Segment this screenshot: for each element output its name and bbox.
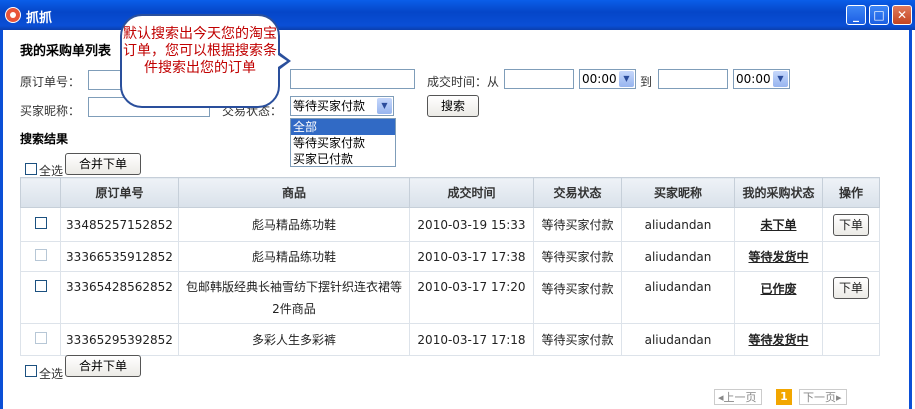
select-all-checkbox-bottom[interactable] [25,365,37,377]
status-option-awaiting-payment[interactable]: 等待买家付款 [291,135,395,151]
action-cell [822,323,880,356]
chevron-down-icon: ▼ [619,71,634,87]
row-select-cell [20,207,61,242]
row-checkbox[interactable] [34,217,47,229]
tooltip-pointer-inner [278,55,287,67]
row-select-cell [20,271,61,324]
trade-status-cell: 等待买家付款 [533,241,622,272]
purchase-status-link[interactable]: 等待发货中 [734,241,823,272]
next-page-button[interactable]: 下一页▸ [799,389,847,405]
close-button[interactable]: ✕ [892,5,912,25]
status-select[interactable]: 等待买家付款 ▼ [290,96,394,116]
row-select-cell [20,241,61,272]
window-title: 抓抓 [26,11,53,26]
product-cell: 多彩人生多彩裤 [178,323,410,356]
buyer-cell: aliudandan [621,207,735,242]
time-to-label: 到 [640,75,653,89]
current-page[interactable]: 1 [776,389,792,405]
order-no-cell: 33365295392852 [60,323,179,356]
trade-status-cell: 等待买家付款 [533,207,622,242]
table-row: 33365428562852 包邮韩版经典长袖雪纺下摆针织连衣裙等2件商品 20… [20,271,880,324]
header-trade-status: 交易状态 [533,177,622,208]
product-cell: 彪马精品练功鞋 [178,241,410,272]
buyer-cell: aliudandan [621,271,735,324]
time-from-select[interactable]: 00:00 ▼ [579,69,636,89]
header-product: 商品 [178,177,410,208]
orders-table: 原订单号 商品 成交时间 交易状态 买家昵称 我的采购状态 操作 3348525… [20,177,880,356]
time-cell: 2010-03-19 15:33 [409,207,534,242]
header-order-no: 原订单号 [60,177,179,208]
row-select-cell [20,323,61,356]
merge-order-button-bottom[interactable]: 合并下单 [65,355,141,377]
table-row: 33365295392852 多彩人生多彩裤 2010-03-17 17:18 … [20,323,880,356]
row-checkbox [34,249,47,261]
trade-status-cell: 等待买家付款 [533,271,622,324]
product-cell: 包邮韩版经典长袖雪纺下摆针织连衣裙等2件商品 [178,271,410,324]
merge-order-button[interactable]: 合并下单 [65,153,141,175]
order-no-cell: 33365428562852 [60,271,179,324]
table-row: 33485257152852 彪马精品练功鞋 2010-03-19 15:33 … [20,207,880,242]
results-heading: 搜索结果 [20,132,69,146]
time-to-select[interactable]: 00:00 ▼ [733,69,790,89]
order-no-cell: 33366535912852 [60,241,179,272]
row-checkbox [34,332,47,344]
search-button[interactable]: 搜索 [427,95,479,117]
minimize-button[interactable]: _ [846,5,866,25]
purchase-status-link[interactable]: 等待发货中 [734,323,823,356]
status-dropdown-list[interactable]: 全部 等待买家付款 买家已付款 [290,118,396,167]
chevron-right-icon: ▸ [836,391,842,404]
place-order-button[interactable]: 下单 [833,277,869,299]
buyer-label: 买家昵称： [20,104,81,118]
header-buyer: 买家昵称 [621,177,735,208]
time-cell: 2010-03-17 17:38 [409,241,534,272]
time-cell: 2010-03-17 17:20 [409,271,534,324]
header-purchase-status: 我的采购状态 [734,177,823,208]
place-order-button[interactable]: 下单 [833,213,869,236]
order-no-cell: 33485257152852 [60,207,179,242]
help-tooltip: 默认搜索出今天您的淘宝订单，您可以根据搜索条件搜索出您的订单 [120,14,280,108]
header-select [20,177,61,208]
app-logo-icon [5,7,21,23]
order-no-label: 原订单号： [20,75,81,89]
action-cell [822,241,880,272]
table-header-row: 原订单号 商品 成交时间 交易状态 买家昵称 我的采购状态 操作 [20,177,880,208]
header-time: 成交时间 [409,177,534,208]
date-from-input[interactable] [504,69,574,89]
status-option-all[interactable]: 全部 [291,119,395,135]
row-checkbox[interactable] [34,280,47,292]
status-option-paid[interactable]: 买家已付款 [291,151,395,167]
select-all-label-bottom: 全选 [39,367,64,381]
prev-page-button[interactable]: ◂上一页 [714,389,762,405]
time-cell: 2010-03-17 17:18 [409,323,534,356]
header-action: 操作 [822,177,880,208]
maximize-button[interactable]: □ [869,5,889,25]
page-title: 我的采购单列表 [20,44,112,59]
select-all-checkbox[interactable] [25,163,37,175]
buyer-cell: aliudandan [621,241,735,272]
buyer-cell: aliudandan [621,323,735,356]
product-cell: 彪马精品练功鞋 [178,207,410,242]
trade-status-cell: 等待买家付款 [533,323,622,356]
purchase-status-link[interactable]: 未下单 [734,207,823,242]
date-to-input[interactable] [658,69,728,89]
chevron-down-icon: ▼ [377,98,392,114]
purchase-status-link[interactable]: 已作废 [734,271,823,324]
action-cell: 下单 [822,207,880,242]
action-cell: 下单 [822,271,880,324]
table-row: 33366535912852 彪马精品练功鞋 2010-03-17 17:38 … [20,241,880,272]
chevron-down-icon: ▼ [773,71,788,87]
time-from-label: 成交时间：从 [427,75,500,89]
product-input[interactable] [290,69,415,89]
